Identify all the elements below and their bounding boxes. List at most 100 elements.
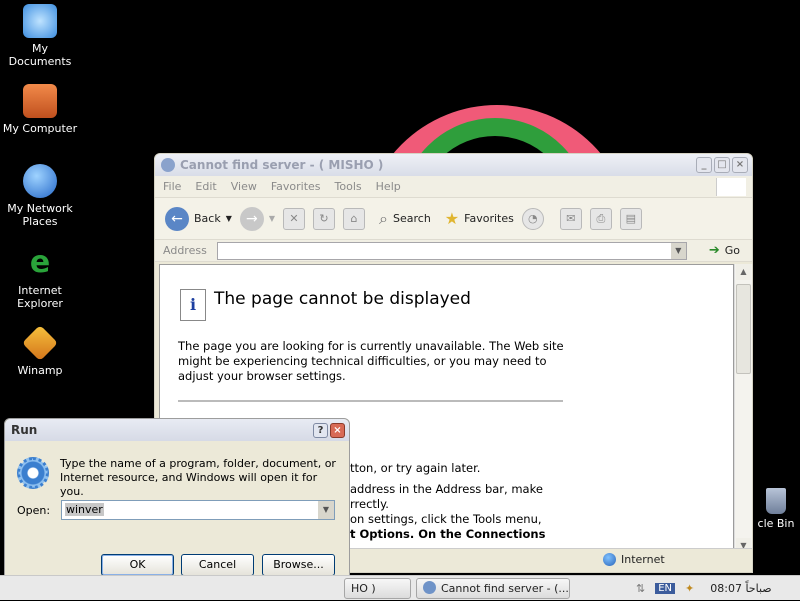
scroll-thumb[interactable] bbox=[736, 284, 751, 374]
recycle-bin-icon bbox=[766, 488, 786, 514]
windows-flag-icon bbox=[716, 178, 746, 196]
tray-expand-icon[interactable]: ⇅ bbox=[636, 582, 645, 595]
desktop-icon-label: My Documents bbox=[8, 42, 72, 68]
desktop-icon-my-network-places[interactable]: My Network Places bbox=[0, 164, 80, 228]
print-icon[interactable]: ⎙ bbox=[589, 207, 612, 230]
menu-view[interactable]: View bbox=[231, 180, 257, 193]
page-line: tton, or try again later. bbox=[350, 461, 481, 475]
desktop-icon-label: Winamp bbox=[17, 364, 63, 377]
page-partial-text: tton, or try again later. address in the… bbox=[350, 461, 545, 542]
forward-button[interactable]: → ▼ bbox=[239, 206, 275, 231]
winamp-icon bbox=[21, 324, 59, 362]
home-icon[interactable]: ⌂ bbox=[343, 207, 366, 230]
internet-zone-icon bbox=[603, 553, 616, 566]
open-dropdown-icon[interactable]: ▼ bbox=[318, 501, 334, 519]
network-globe-icon bbox=[23, 164, 57, 198]
language-indicator[interactable]: EN bbox=[655, 583, 676, 594]
my-computer-icon bbox=[23, 84, 57, 118]
go-label: Go bbox=[724, 244, 740, 257]
stop-icon[interactable]: ✕ bbox=[283, 207, 306, 230]
back-button[interactable]: ← Back ▼ bbox=[165, 206, 232, 231]
vertical-scrollbar[interactable]: ▲ ▼ bbox=[734, 264, 752, 554]
clock[interactable]: 08:07 صباحاً bbox=[710, 582, 771, 595]
page-line: rrectly. bbox=[350, 497, 389, 511]
forward-arrow-icon: → bbox=[239, 206, 264, 231]
desktop-icon-label: My Network Places bbox=[7, 202, 73, 228]
run-gear-icon bbox=[17, 457, 49, 489]
desktop-icon-label: cle Bin bbox=[757, 517, 795, 530]
open-label: Open: bbox=[17, 504, 51, 517]
zone-label: Internet bbox=[621, 553, 665, 566]
ok-button[interactable]: OK bbox=[101, 554, 174, 576]
desktop-icon-my-documents[interactable]: My Documents bbox=[0, 4, 80, 68]
page-line: on settings, click the Tools menu, bbox=[350, 512, 542, 526]
desktop-icon-my-computer[interactable]: My Computer bbox=[0, 84, 80, 135]
go-button[interactable]: ➔ Go bbox=[709, 243, 740, 258]
minimize-button[interactable]: _ bbox=[696, 157, 712, 173]
address-bar: Address ▼ ➔ Go bbox=[155, 240, 752, 262]
my-documents-icon bbox=[23, 4, 57, 38]
internet-explorer-icon: e bbox=[29, 245, 51, 280]
menu-favorites[interactable]: Favorites bbox=[271, 180, 321, 193]
maximize-button[interactable]: □ bbox=[714, 157, 730, 173]
address-label: Address bbox=[163, 244, 207, 257]
help-button[interactable]: ? bbox=[313, 422, 328, 438]
desktop-icon-label: Internet Explorer bbox=[17, 284, 63, 310]
scroll-up-icon[interactable]: ▲ bbox=[736, 264, 751, 280]
back-label: Back bbox=[194, 212, 221, 225]
menu-file[interactable]: File bbox=[163, 180, 181, 193]
back-arrow-icon: ← bbox=[165, 206, 189, 231]
browse-button[interactable]: Browse... bbox=[262, 554, 335, 576]
mail-icon[interactable]: ✉ bbox=[559, 207, 582, 230]
page-line: t Options. On the Connections bbox=[350, 527, 546, 541]
open-input[interactable]: winver ▼ bbox=[61, 500, 335, 520]
run-title: Run bbox=[11, 423, 38, 437]
tray-app-icon[interactable]: ✦ bbox=[685, 582, 694, 595]
address-dropdown-icon[interactable]: ▼ bbox=[670, 242, 686, 259]
task-label: Cannot find server - (... bbox=[441, 582, 569, 595]
desktop-icon-recycle-bin[interactable]: cle Bin bbox=[752, 488, 800, 530]
refresh-icon[interactable]: ↻ bbox=[313, 207, 336, 230]
ie-toolbar: ← Back ▼ → ▼ ✕ ↻ ⌂ ⌕ Search ★ Favorites … bbox=[155, 198, 752, 240]
favorites-label: Favorites bbox=[464, 212, 514, 225]
ie-menu-bar: File Edit View Favorites Tools Help bbox=[155, 176, 752, 198]
favorites-button[interactable]: ★ Favorites bbox=[445, 209, 514, 228]
taskbar-item-ie[interactable]: Cannot find server - (... bbox=[416, 578, 570, 599]
run-title-bar[interactable]: Run ? × bbox=[5, 419, 349, 441]
page-heading: The page cannot be displayed bbox=[214, 289, 471, 309]
cancel-button[interactable]: Cancel bbox=[181, 554, 254, 576]
menu-edit[interactable]: Edit bbox=[195, 180, 216, 193]
task-label: HO ) bbox=[351, 582, 376, 595]
taskbar: HO ) Cannot find server - (... ⇅ EN ✦ 08… bbox=[0, 575, 800, 600]
address-input[interactable]: ▼ bbox=[216, 241, 687, 260]
desktop-icon-internet-explorer[interactable]: e Internet Explorer bbox=[0, 245, 80, 311]
history-icon[interactable]: ◔ bbox=[521, 207, 544, 230]
edit-icon[interactable]: ▤ bbox=[619, 207, 642, 230]
run-close-button[interactable]: × bbox=[330, 422, 345, 438]
run-dialog: Run ? × Type the name of a program, fold… bbox=[4, 418, 350, 582]
desktop-icon-label: My Computer bbox=[2, 122, 78, 135]
page-divider bbox=[178, 400, 563, 402]
favorites-star-icon: ★ bbox=[444, 209, 460, 228]
search-button[interactable]: ⌕ Search bbox=[379, 209, 431, 229]
forward-dropdown-icon[interactable]: ▼ bbox=[269, 214, 275, 223]
info-icon: i bbox=[180, 289, 206, 321]
close-button[interactable]: × bbox=[732, 157, 748, 173]
ie-title-bar[interactable]: Cannot find server - ( MISHO ) _ □ × bbox=[155, 154, 752, 176]
menu-tools[interactable]: Tools bbox=[335, 180, 362, 193]
run-description: Type the name of a program, folder, docu… bbox=[60, 457, 336, 498]
system-tray: ⇅ EN ✦ 08:07 صباحاً bbox=[636, 576, 772, 601]
open-value: winver bbox=[65, 503, 104, 516]
search-label: Search bbox=[393, 212, 431, 225]
page-line: address in the Address bar, make bbox=[350, 482, 543, 496]
ie-title-icon bbox=[161, 158, 175, 172]
menu-help[interactable]: Help bbox=[376, 180, 401, 193]
back-dropdown-icon[interactable]: ▼ bbox=[226, 214, 232, 223]
ie-task-icon bbox=[423, 581, 436, 594]
taskbar-item-misho[interactable]: HO ) bbox=[344, 578, 411, 599]
ie-window-title: Cannot find server - ( MISHO ) bbox=[180, 158, 384, 172]
desktop-icon-winamp[interactable]: Winamp bbox=[0, 324, 80, 377]
go-arrow-icon: ➔ bbox=[708, 243, 720, 258]
page-body-text: The page you are looking for is currentl… bbox=[178, 339, 564, 383]
security-zone: Internet bbox=[603, 553, 665, 566]
